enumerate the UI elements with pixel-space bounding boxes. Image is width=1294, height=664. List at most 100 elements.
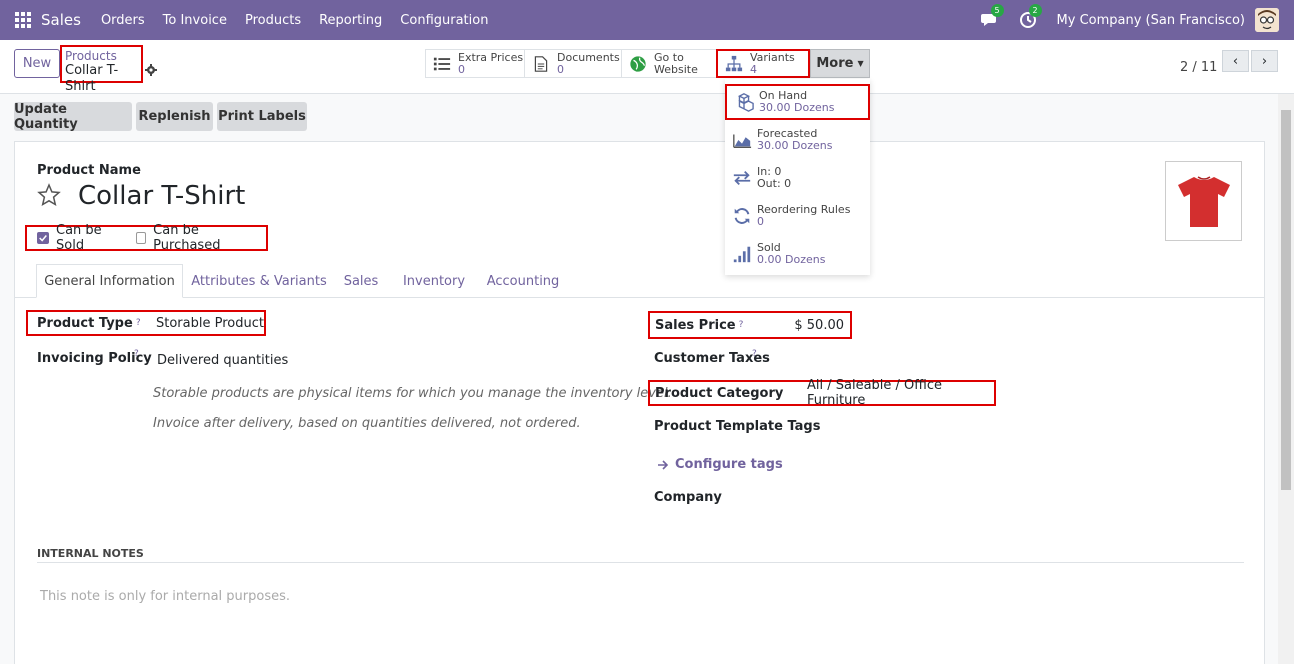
product-name-label: Product Name bbox=[37, 163, 141, 178]
tab-sales[interactable]: Sales bbox=[336, 264, 386, 298]
product-category-input[interactable]: All / Saleable / Office Furniture bbox=[807, 378, 994, 408]
new-button[interactable]: New bbox=[14, 49, 60, 78]
invoicing-policy-help-icon[interactable]: ? bbox=[134, 349, 139, 359]
documents-label: Documents bbox=[557, 50, 620, 64]
internal-notes-input[interactable]: This note is only for internal purposes. bbox=[40, 589, 290, 604]
can-be-purchased-checkbox[interactable] bbox=[135, 232, 147, 244]
check-icon bbox=[39, 235, 47, 242]
sales-price-input[interactable]: $ 50.00 bbox=[794, 318, 844, 333]
page-scrollbar[interactable] bbox=[1278, 94, 1294, 664]
pager-value[interactable]: 2 / 11 bbox=[1180, 60, 1217, 75]
company-label: Company bbox=[654, 490, 722, 505]
activity-clock-icon[interactable]: 2 bbox=[1019, 4, 1042, 29]
menu-orders[interactable]: Orders bbox=[101, 13, 145, 28]
extra-prices-count: 0 bbox=[458, 62, 465, 76]
product-type-label: Product Type bbox=[37, 315, 133, 331]
area-chart-icon bbox=[731, 129, 753, 151]
document-icon bbox=[531, 54, 551, 74]
breadcrumb-products-link[interactable]: Products bbox=[65, 49, 138, 63]
tshirt-image bbox=[1177, 176, 1230, 227]
list-icon bbox=[432, 54, 452, 74]
form-tabs: General Information Attributes & Variant… bbox=[14, 264, 1265, 298]
sitemap-icon bbox=[724, 54, 744, 74]
caret-down-icon: ▼ bbox=[857, 59, 864, 68]
forecasted-button[interactable]: Forecasted 30.00 Dozens bbox=[725, 122, 870, 158]
can-be-sold-label[interactable]: Can be Sold bbox=[56, 223, 122, 253]
sale-purchase-checkboxes: Can be Sold Can be Purchased bbox=[25, 223, 268, 253]
product-image[interactable] bbox=[1165, 161, 1242, 241]
tab-general-information[interactable]: General Information bbox=[36, 264, 183, 298]
top-navbar: Sales Orders To Invoice Products Reporti… bbox=[0, 0, 1294, 40]
sales-price-label: Sales Price bbox=[655, 317, 736, 333]
messages-icon[interactable]: 5 bbox=[980, 4, 1004, 29]
app-name[interactable]: Sales bbox=[41, 11, 81, 29]
replenish-button[interactable]: Replenish bbox=[136, 102, 213, 131]
documents-button[interactable]: Documents 0 bbox=[524, 49, 622, 78]
signal-bars-icon bbox=[731, 243, 753, 265]
arrow-right-icon bbox=[658, 459, 669, 470]
chevron-left-icon: ‹ bbox=[1232, 53, 1239, 69]
customer-taxes-help-icon[interactable]: ? bbox=[752, 349, 757, 359]
sales-price-row: Sales Price ? $ 50.00 bbox=[648, 311, 852, 339]
documents-count: 0 bbox=[557, 62, 564, 76]
forecasted-value: 30.00 Dozens bbox=[757, 139, 833, 152]
notes-separator bbox=[37, 562, 1244, 563]
product-category-label: Product Category bbox=[655, 385, 784, 401]
company-switcher[interactable]: My Company (San Francisco) bbox=[1057, 13, 1245, 28]
user-avatar[interactable] bbox=[1255, 8, 1279, 32]
product-type-row: Product Type ? Storable Product bbox=[26, 310, 266, 336]
extra-prices-label: Extra Prices bbox=[458, 50, 524, 64]
apps-menu-icon[interactable] bbox=[15, 12, 31, 28]
cubes-icon bbox=[733, 91, 755, 113]
print-labels-button[interactable]: Print Labels bbox=[217, 102, 307, 131]
pager-next-button[interactable]: › bbox=[1251, 50, 1278, 72]
configure-tags-link[interactable]: Configure tags bbox=[657, 457, 783, 472]
menu-reporting[interactable]: Reporting bbox=[319, 13, 382, 28]
invoicing-policy-hint: Invoice after delivery, based on quantit… bbox=[153, 416, 581, 431]
product-type-select[interactable]: Storable Product bbox=[156, 316, 264, 331]
tab-accounting[interactable]: Accounting bbox=[482, 264, 564, 298]
variants-button[interactable]: Variants 4 bbox=[716, 49, 810, 78]
messages-badge: 5 bbox=[990, 4, 1004, 17]
reordering-rules-button[interactable]: Reordering Rules 0 bbox=[725, 198, 870, 234]
tab-attributes-variants[interactable]: Attributes & Variants bbox=[189, 264, 329, 298]
go-to-website-button[interactable]: Go to Website bbox=[621, 49, 717, 78]
gear-icon[interactable] bbox=[145, 64, 157, 76]
sales-price-help-icon[interactable]: ? bbox=[739, 320, 744, 330]
can-be-sold-checkbox[interactable] bbox=[37, 232, 49, 244]
menu-to-invoice[interactable]: To Invoice bbox=[163, 13, 227, 28]
in-out-button[interactable]: In: 0 Out: 0 bbox=[725, 160, 870, 196]
template-tags-label: Product Template Tags bbox=[654, 419, 821, 434]
variants-count: 4 bbox=[750, 62, 757, 76]
breadcrumb: Products Collar T-Shirt bbox=[60, 45, 143, 94]
reordering-rules-label: Reordering Rules bbox=[757, 203, 851, 216]
product-name-field[interactable]: Collar T-Shirt bbox=[78, 181, 245, 211]
favorite-star-icon[interactable] bbox=[37, 183, 61, 207]
control-panel: New Products Collar T-Shirt Extra Prices… bbox=[0, 40, 1294, 94]
update-quantity-button[interactable]: Update Quantity bbox=[14, 102, 132, 132]
menu-products[interactable]: Products bbox=[245, 13, 301, 28]
invoicing-policy-select[interactable]: Delivered quantities bbox=[157, 353, 288, 368]
variants-label: Variants bbox=[750, 50, 795, 64]
refresh-icon bbox=[731, 205, 753, 227]
scrollbar-thumb[interactable] bbox=[1281, 110, 1291, 490]
website-label-line2: Website bbox=[654, 62, 698, 76]
on-hand-value: 30.00 Dozens bbox=[759, 101, 835, 114]
menu-configuration[interactable]: Configuration bbox=[400, 13, 488, 28]
sold-button[interactable]: Sold 0.00 Dozens bbox=[725, 236, 870, 272]
form-sheet bbox=[14, 141, 1265, 664]
configure-tags-label: Configure tags bbox=[675, 457, 783, 472]
pager-previous-button[interactable]: ‹ bbox=[1222, 50, 1249, 72]
tab-inventory[interactable]: Inventory bbox=[397, 264, 471, 298]
chevron-right-icon: › bbox=[1261, 53, 1268, 69]
can-be-purchased-label[interactable]: Can be Purchased bbox=[153, 223, 252, 253]
product-type-hint: Storable products are physical items for… bbox=[153, 386, 672, 401]
extra-prices-button[interactable]: Extra Prices 0 bbox=[425, 49, 525, 78]
sold-value: 0.00 Dozens bbox=[757, 253, 826, 266]
activity-badge: 2 bbox=[1028, 4, 1042, 17]
on-hand-button[interactable]: On Hand 30.00 Dozens bbox=[725, 84, 870, 120]
more-dropdown-button[interactable]: More ▼ bbox=[810, 49, 870, 78]
website-label-line1: Go to bbox=[654, 50, 684, 64]
exchange-icon bbox=[731, 167, 753, 189]
product-type-help-icon[interactable]: ? bbox=[136, 318, 141, 328]
